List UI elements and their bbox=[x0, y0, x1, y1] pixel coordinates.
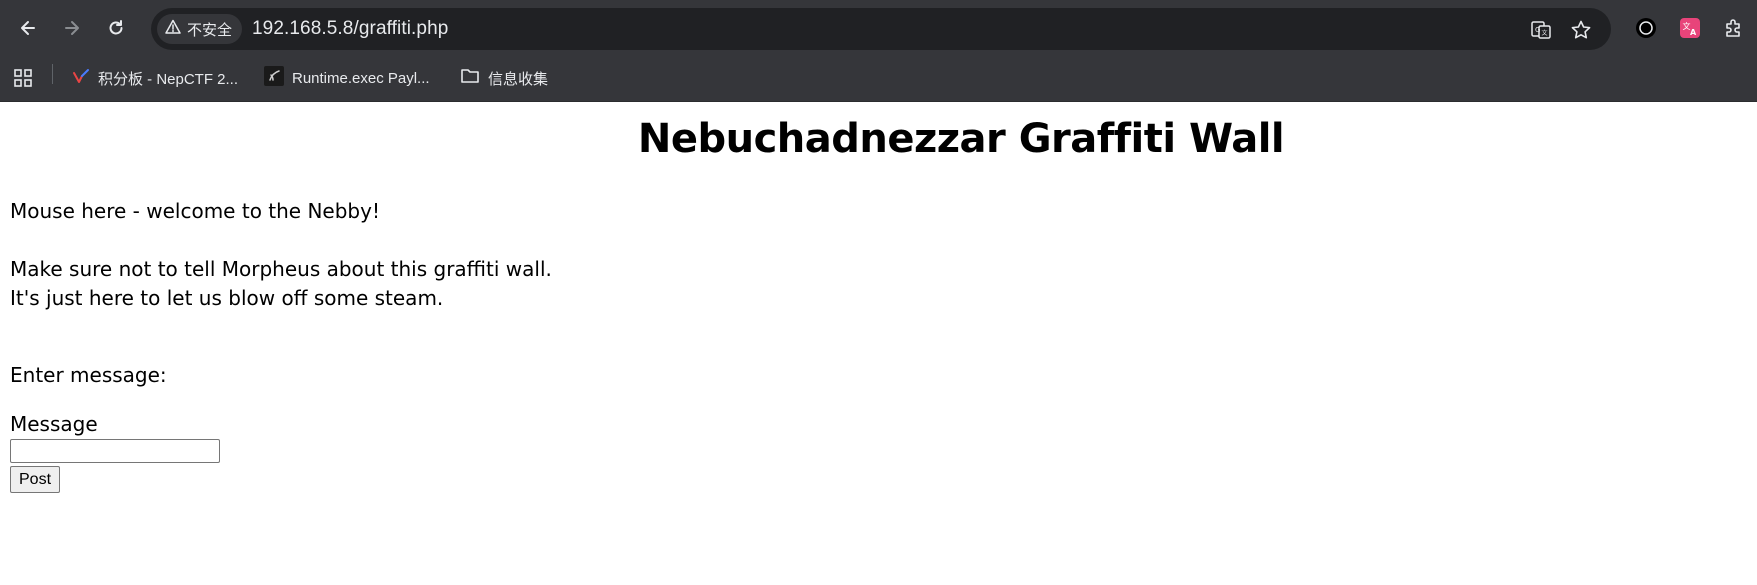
welcome-text: Mouse here - welcome to the Nebby! bbox=[10, 199, 380, 223]
extensions-puzzle-icon[interactable] bbox=[1720, 14, 1748, 42]
security-label: 不安全 bbox=[187, 20, 233, 39]
browser-toolbar: 不安全 192.168.5.8/graffiti.php G文 文A bbox=[0, 0, 1757, 56]
folder-icon bbox=[460, 67, 480, 89]
back-icon[interactable] bbox=[14, 14, 42, 42]
svg-text:A: A bbox=[1690, 28, 1697, 37]
warning-text-line1: Make sure not to tell Morpheus about thi… bbox=[10, 257, 552, 281]
svg-text:文: 文 bbox=[1542, 29, 1548, 37]
bookmark-label: Runtime.exec Payl... bbox=[292, 69, 430, 87]
bookmark-runtime-exec[interactable]: Runtime.exec Payl... bbox=[264, 65, 430, 91]
reload-icon[interactable] bbox=[102, 14, 130, 42]
bookmark-star-icon[interactable] bbox=[1569, 18, 1593, 42]
address-bar[interactable]: 不安全 192.168.5.8/graffiti.php G文 bbox=[151, 8, 1611, 50]
page-title: Nebuchadnezzar Graffiti Wall bbox=[637, 116, 1285, 162]
runtime-favicon-icon bbox=[264, 66, 284, 90]
warning-icon bbox=[165, 19, 181, 39]
enter-message-label: Enter message: bbox=[10, 363, 167, 387]
message-label: Message bbox=[10, 412, 98, 436]
post-button[interactable]: Post bbox=[10, 466, 61, 493]
translate-icon[interactable]: G文 bbox=[1529, 18, 1553, 42]
bookmark-label: 信息收集 bbox=[488, 70, 549, 88]
extension-translate-icon[interactable]: 文A bbox=[1676, 14, 1704, 42]
extension-record-icon[interactable] bbox=[1632, 14, 1660, 42]
message-input[interactable] bbox=[10, 439, 220, 463]
apps-grid-icon[interactable] bbox=[12, 65, 34, 91]
security-chip[interactable]: 不安全 bbox=[157, 14, 243, 44]
bookmark-label: 积分板 - NepCTF 2... bbox=[98, 70, 239, 88]
bookmark-nepctf[interactable]: 积分板 - NepCTF 2... bbox=[72, 65, 238, 91]
bookmarks-divider bbox=[52, 64, 53, 84]
bookmarks-bar: 积分板 - NepCTF 2... Runtime.exec Payl... 信… bbox=[0, 56, 1757, 102]
warning-text-line2: It's just here to let us blow off some s… bbox=[10, 286, 444, 310]
bookmark-folder-info[interactable]: 信息收集 bbox=[460, 65, 548, 91]
url-text[interactable]: 192.168.5.8/graffiti.php bbox=[252, 18, 448, 40]
forward-icon[interactable] bbox=[58, 14, 86, 42]
svg-text:G: G bbox=[1535, 26, 1540, 34]
page-content: Nebuchadnezzar Graffiti Wall Mouse here … bbox=[0, 102, 1757, 585]
nepctf-favicon-icon bbox=[72, 67, 90, 89]
